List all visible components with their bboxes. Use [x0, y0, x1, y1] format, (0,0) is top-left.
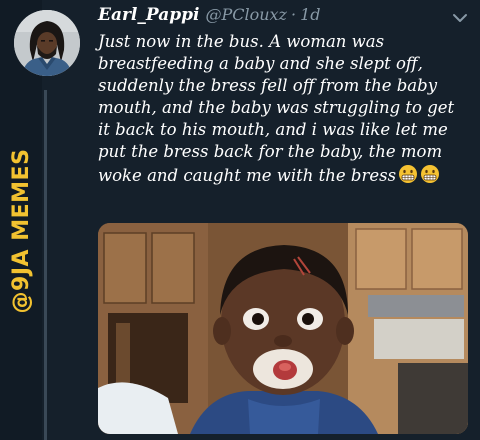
tweet-line: mouth, and the baby was struggling to ge… [98, 98, 455, 118]
tweet-line: Just now in the bus. A woman was [98, 32, 385, 51]
tweet-text: Just now in the bus. A woman was breastf… [98, 31, 480, 187]
separator-dot: · [290, 5, 297, 24]
tweet-screenshot: @9JA MEMES Earl_Pappi @PClouxz · 1d Just… [0, 0, 480, 440]
avatar[interactable] [14, 10, 80, 76]
grimacing-face-emoji [398, 164, 418, 184]
chevron-down-icon[interactable] [451, 10, 469, 24]
tweet-header: Earl_Pappi @PClouxz · 1d [98, 5, 321, 31]
grimacing-face-emoji [420, 164, 440, 184]
tweet-line: put the bress back for the baby, the mom [98, 142, 443, 162]
tweet-line: woke and caught me with the bress [98, 165, 397, 185]
display-name[interactable]: Earl_Pappi [98, 5, 199, 25]
tweet-image[interactable] [98, 223, 468, 434]
tweet-line: it back to his mouth, and i was like let… [98, 120, 448, 140]
user-handle[interactable]: @PClouxz [205, 5, 287, 24]
thread-line [44, 90, 47, 440]
tweet-line: breastfeeding a baby and she slept off, [98, 54, 423, 74]
watermark-text: @9JA MEMES [8, 148, 34, 314]
timestamp[interactable]: 1d [300, 5, 320, 24]
tweet-line: suddenly the bress fell off from the bab… [98, 76, 438, 96]
